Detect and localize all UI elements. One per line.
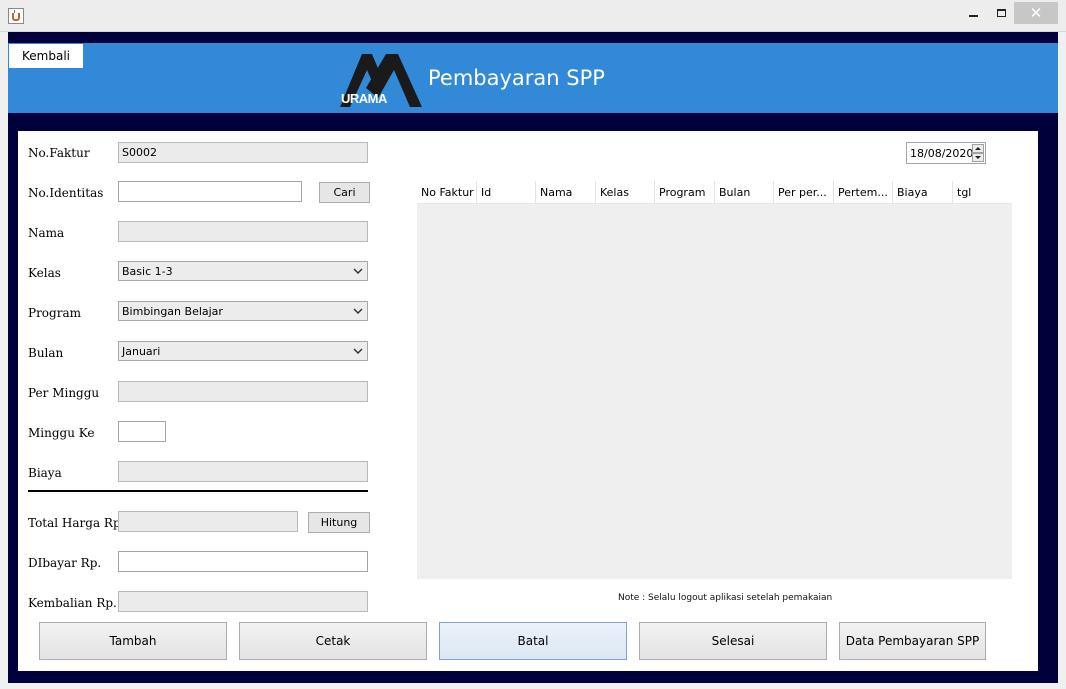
hitung-button[interactable]: Hitung bbox=[308, 512, 370, 533]
column-header[interactable]: Program bbox=[655, 181, 715, 204]
program-select[interactable]: Bimbingan Belajar bbox=[118, 301, 368, 321]
chevron-down-icon bbox=[353, 348, 363, 355]
column-header[interactable]: Nama bbox=[536, 181, 596, 204]
column-header[interactable]: Biaya bbox=[893, 181, 953, 204]
selesai-button[interactable]: Selesai bbox=[639, 622, 827, 660]
dibayar-label: DIbayar Rp. bbox=[28, 556, 102, 570]
bulan-label: Bulan bbox=[28, 346, 64, 360]
column-header[interactable]: tgl bbox=[953, 181, 1012, 204]
total-harga-field bbox=[118, 511, 298, 532]
column-header[interactable]: Per per... bbox=[774, 181, 834, 204]
per-minggu-field bbox=[118, 381, 368, 402]
total-harga-label: Total Harga Rp. bbox=[28, 516, 125, 530]
column-header[interactable]: No Faktur bbox=[417, 181, 477, 204]
table-header: No Faktur Id Nama Kelas Program Bulan Pe… bbox=[417, 181, 1012, 204]
program-selected-value: Bimbingan Belajar bbox=[122, 305, 223, 318]
bulan-select[interactable]: Januari bbox=[118, 341, 368, 361]
kembalian-field bbox=[118, 591, 368, 612]
logout-note: Note : Selalu logout aplikasi setelah pe… bbox=[618, 593, 833, 603]
logo-text: URAMA bbox=[341, 91, 387, 106]
spinner-down-icon[interactable] bbox=[972, 153, 984, 162]
cetak-button[interactable]: Cetak bbox=[239, 622, 427, 660]
no-identitas-label: No.Identitas bbox=[28, 186, 104, 200]
biaya-field bbox=[118, 461, 368, 482]
program-label: Program bbox=[28, 306, 81, 320]
close-icon[interactable]: ✕ bbox=[1014, 2, 1058, 24]
window-titlebar: ✕ bbox=[0, 0, 1066, 32]
tambah-button[interactable]: Tambah bbox=[39, 622, 227, 660]
column-header[interactable]: Id bbox=[477, 181, 536, 204]
no-faktur-label: No.Faktur bbox=[28, 146, 90, 160]
data-pembayaran-button[interactable]: Data Pembayaran SPP bbox=[839, 622, 986, 660]
kembalian-label: Kembalian Rp. bbox=[28, 596, 117, 610]
chevron-down-icon bbox=[353, 308, 363, 315]
date-spinner[interactable]: 18/08/2020 bbox=[906, 142, 986, 164]
chevron-down-icon bbox=[353, 268, 363, 275]
kelas-label: Kelas bbox=[28, 266, 61, 280]
nama-label: Nama bbox=[28, 226, 65, 240]
payment-table[interactable]: No Faktur Id Nama Kelas Program Bulan Pe… bbox=[417, 181, 1012, 579]
date-value: 18/08/2020 bbox=[910, 147, 974, 160]
column-header[interactable]: Bulan bbox=[715, 181, 774, 204]
cari-button[interactable]: Cari bbox=[319, 182, 370, 203]
kelas-selected-value: Basic 1-3 bbox=[122, 265, 173, 278]
no-faktur-field: S0002 bbox=[118, 142, 368, 163]
per-minggu-label: Per Minggu bbox=[28, 386, 100, 400]
dibayar-input[interactable] bbox=[118, 551, 368, 572]
minggu-ke-label: Minggu Ke bbox=[28, 426, 95, 440]
batal-button[interactable]: Batal bbox=[439, 622, 627, 660]
biaya-label: Biaya bbox=[28, 466, 62, 480]
page-title: Pembayaran SPP bbox=[428, 66, 605, 90]
column-header[interactable]: Kelas bbox=[596, 181, 655, 204]
spinner-buttons bbox=[972, 144, 984, 162]
back-button[interactable]: Kembali bbox=[9, 44, 83, 68]
spinner-up-icon[interactable] bbox=[972, 144, 984, 153]
form-divider bbox=[28, 490, 368, 492]
bulan-selected-value: Januari bbox=[122, 345, 161, 358]
no-identitas-input[interactable] bbox=[118, 181, 302, 202]
java-app-icon bbox=[8, 8, 24, 24]
column-header[interactable]: Pertem... bbox=[834, 181, 893, 204]
minggu-ke-input[interactable] bbox=[118, 421, 166, 442]
nama-field bbox=[118, 221, 368, 242]
kelas-select[interactable]: Basic 1-3 bbox=[118, 261, 368, 281]
